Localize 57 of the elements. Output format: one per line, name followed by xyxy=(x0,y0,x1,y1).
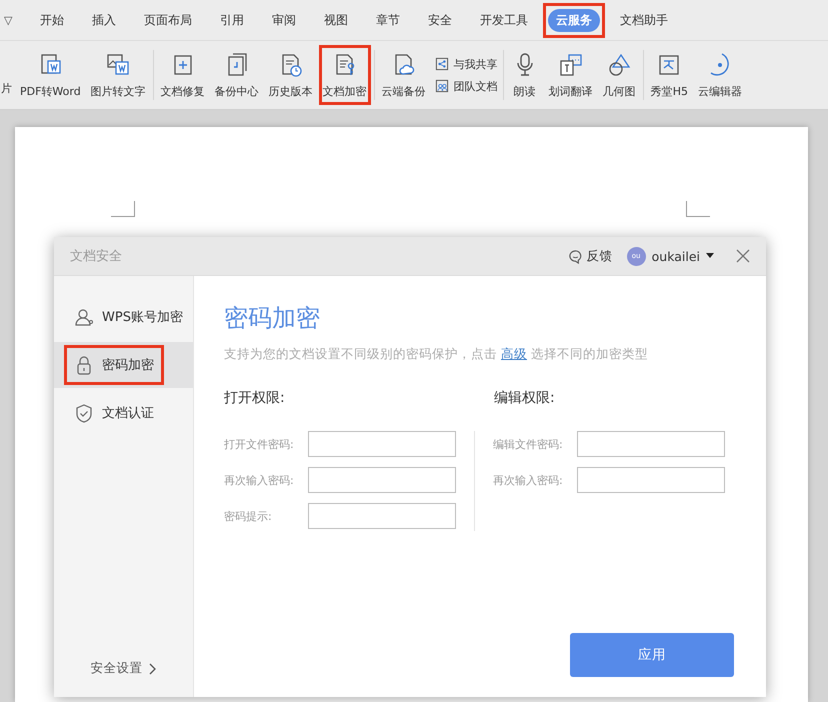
margin-mark-icon xyxy=(111,201,135,217)
security-settings-link[interactable]: 安全设置 xyxy=(90,660,156,677)
menu-tab[interactable]: 引用 xyxy=(212,8,252,32)
menu-tab[interactable]: 插入 xyxy=(84,8,124,32)
ribbon-button[interactable]: 与我共享 xyxy=(432,56,500,72)
chat-bubble-icon xyxy=(568,248,583,264)
field-label: 打开文件密码: xyxy=(224,436,295,452)
ribbon-button[interactable]: 划词翻译 xyxy=(548,48,594,102)
permission-title: 编辑权限: xyxy=(494,389,556,407)
permission-title: 打开权限: xyxy=(224,389,286,407)
user-name[interactable]: oukailei xyxy=(652,248,700,264)
menu-tab[interactable]: 文档助手 xyxy=(612,8,676,32)
dialog-title: 文档安全 xyxy=(70,248,122,265)
field-label: 再次输入密码: xyxy=(493,472,564,488)
user-key-icon xyxy=(74,307,94,327)
ribbon-button[interactable]: 几何图 xyxy=(602,48,637,102)
menu-tab[interactable]: 章节 xyxy=(368,8,408,32)
menu-tab[interactable]: 安全 xyxy=(420,8,460,32)
ribbon-button[interactable]: 云端备份 xyxy=(380,48,427,102)
ribbon-button[interactable]: 朗读 xyxy=(510,48,540,102)
field-label: 再次输入密码: xyxy=(224,472,295,488)
ribbon-button[interactable]: 片 xyxy=(1,54,12,96)
section-heading: 密码加密 xyxy=(224,303,321,334)
advanced-link[interactable]: 高级 xyxy=(500,346,527,361)
ribbon-button[interactable]: 秀堂H5 xyxy=(650,48,689,102)
people-icon xyxy=(434,78,450,94)
menu-tab[interactable]: 开始 xyxy=(32,8,72,32)
field-label: 编辑文件密码: xyxy=(493,436,564,452)
ribbon-button[interactable]: 团队文档 xyxy=(432,78,500,94)
caret-icon[interactable] xyxy=(706,253,714,259)
description-text: 支持为您的文档设置不同级别的密码保护，点击 高级 选择不同的加密类型 xyxy=(224,346,649,363)
ribbon-button[interactable]: 备份中心 xyxy=(214,48,260,102)
feedback-button[interactable]: 反馈 xyxy=(568,248,613,264)
ribbon-button[interactable]: 文档修复 xyxy=(160,48,206,102)
sidebar-item[interactable]: 密码加密 xyxy=(54,342,193,388)
menu-tab[interactable]: 页面布局 xyxy=(136,8,200,32)
field-label: 密码提示: xyxy=(224,508,273,524)
password-field[interactable] xyxy=(308,503,456,529)
shield-check-icon xyxy=(74,403,94,423)
share-icon xyxy=(434,56,450,72)
sidebar-item[interactable]: WPS账号加密 xyxy=(54,294,193,340)
password-field[interactable] xyxy=(577,431,725,457)
menu-tab[interactable]: 开发工具 xyxy=(472,8,536,32)
sidebar-item[interactable]: 文档认证 xyxy=(54,390,193,436)
menu-tab[interactable]: 审阅 xyxy=(264,8,304,32)
ribbon-button[interactable]: 图片转文字 xyxy=(90,48,147,102)
password-field[interactable] xyxy=(308,467,456,493)
password-field[interactable] xyxy=(308,431,456,457)
close-icon[interactable] xyxy=(736,249,750,263)
menu-tab[interactable]: 视图 xyxy=(316,8,356,32)
ribbon-button[interactable]: 历史版本 xyxy=(268,48,314,102)
chevron-right-icon xyxy=(148,662,156,674)
ribbon-button[interactable]: 云编辑器 xyxy=(697,48,743,102)
password-field[interactable] xyxy=(577,467,725,493)
margin-mark-icon xyxy=(686,201,710,217)
ribbon-button[interactable]: PDF转Word xyxy=(19,48,82,102)
ribbon-toggle[interactable]: ▽ xyxy=(4,14,26,26)
